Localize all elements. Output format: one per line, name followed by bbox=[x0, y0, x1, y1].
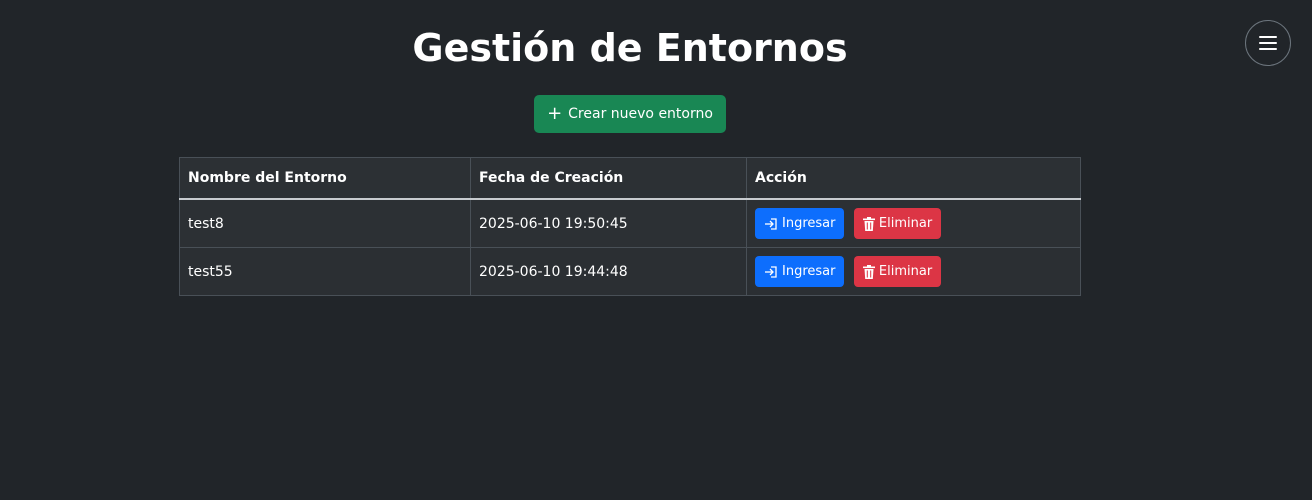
plus-icon: + bbox=[547, 103, 563, 124]
header-action: Acción bbox=[746, 157, 1081, 200]
trash-icon bbox=[862, 216, 875, 231]
delete-button[interactable]: Eliminar bbox=[853, 256, 942, 287]
delete-button[interactable]: Eliminar bbox=[853, 208, 942, 239]
enter-icon bbox=[765, 217, 777, 230]
environments-table: Nombre del Entorno Fecha de Creación Acc… bbox=[179, 157, 1081, 296]
hamburger-menu-icon bbox=[1259, 36, 1277, 50]
create-environment-label: Crear nuevo entorno bbox=[568, 106, 713, 122]
environment-created-date: 2025-06-10 19:44:48 bbox=[470, 247, 747, 296]
menu-button[interactable] bbox=[1245, 20, 1291, 66]
create-environment-button[interactable]: + Crear nuevo entorno bbox=[534, 95, 726, 133]
enter-label: Ingresar bbox=[782, 264, 836, 279]
enter-button[interactable]: Ingresar bbox=[755, 208, 845, 239]
header-date: Fecha de Creación bbox=[470, 157, 747, 200]
environment-actions: Ingresar Eliminar bbox=[746, 247, 1081, 296]
header-name: Nombre del Entorno bbox=[179, 157, 471, 200]
table-row: test55 2025-06-10 19:44:48 Ingresar Elim… bbox=[179, 247, 1081, 296]
environment-name: test8 bbox=[179, 198, 471, 248]
enter-button[interactable]: Ingresar bbox=[755, 256, 845, 287]
enter-icon bbox=[765, 265, 777, 278]
table-row: test8 2025-06-10 19:50:45 Ingresar Elimi… bbox=[179, 198, 1081, 248]
delete-label: Eliminar bbox=[878, 264, 933, 279]
page-title: Gestión de Entornos bbox=[412, 26, 848, 70]
environment-name: test55 bbox=[179, 247, 471, 296]
delete-label: Eliminar bbox=[878, 216, 933, 231]
environment-actions: Ingresar Eliminar bbox=[746, 198, 1081, 248]
enter-label: Ingresar bbox=[782, 216, 836, 231]
table-header-row: Nombre del Entorno Fecha de Creación Acc… bbox=[179, 157, 1081, 200]
environment-created-date: 2025-06-10 19:50:45 bbox=[470, 198, 747, 248]
trash-icon bbox=[862, 264, 875, 279]
